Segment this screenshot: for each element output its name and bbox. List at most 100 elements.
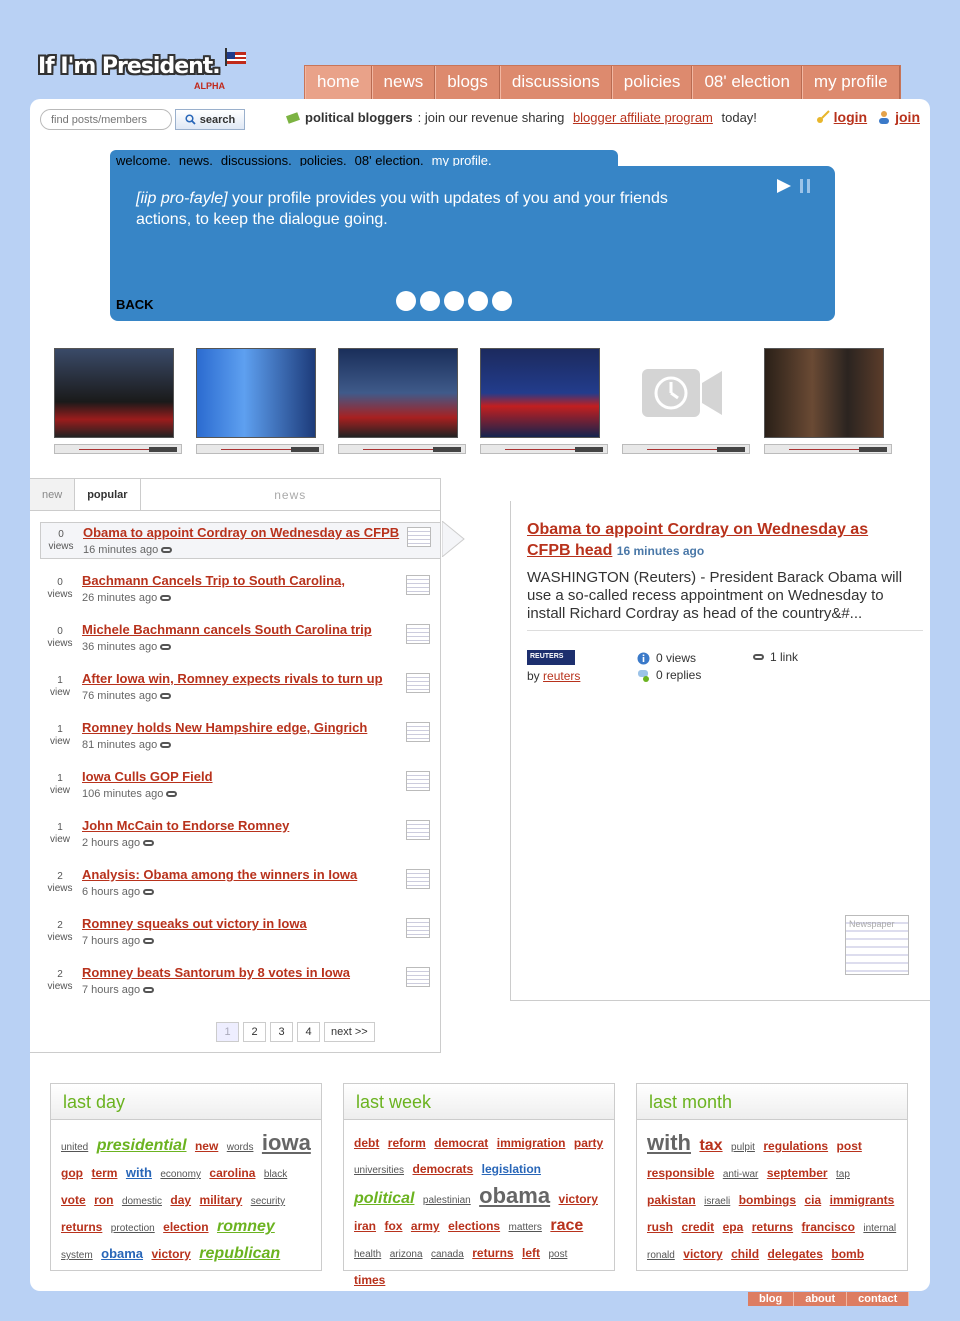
tag-link[interactable]: romney: [217, 1218, 275, 1235]
slide-dot[interactable]: [396, 291, 416, 311]
nav-policies[interactable]: policies: [611, 66, 693, 99]
video-player[interactable]: [196, 348, 324, 458]
page-3[interactable]: 3: [270, 1022, 293, 1042]
news-row[interactable]: 0 views Obama to appoint Cordray on Wedn…: [40, 522, 440, 559]
tag-link[interactable]: health: [354, 1249, 381, 1260]
nav-news[interactable]: news: [371, 66, 436, 99]
newspaper-icon[interactable]: [406, 918, 430, 938]
tag-link[interactable]: immigrants: [830, 1193, 895, 1207]
news-headline[interactable]: Michele Bachmann cancels South Carolina …: [82, 622, 372, 637]
tag-link[interactable]: arizona: [390, 1249, 423, 1260]
reuters-logo[interactable]: REUTERS: [527, 650, 575, 665]
news-row[interactable]: 2 views Romney beats Santorum by 8 votes…: [40, 963, 440, 1000]
tag-link[interactable]: democrats: [412, 1162, 473, 1176]
tag-link[interactable]: israeli: [704, 1196, 730, 1207]
news-headline[interactable]: Romney squeaks out victory in Iowa: [82, 916, 307, 931]
tag-link[interactable]: security: [251, 1196, 285, 1207]
video-player[interactable]: [54, 348, 182, 458]
video-controls[interactable]: [54, 444, 182, 454]
tag-link[interactable]: political: [354, 1190, 414, 1207]
tag-link[interactable]: day: [170, 1193, 191, 1207]
video-player[interactable]: [338, 348, 466, 458]
newspaper-icon[interactable]: [406, 673, 430, 693]
news-headline[interactable]: Iowa Culls GOP Field: [82, 769, 213, 784]
footer-about[interactable]: about: [794, 1292, 848, 1306]
page-4[interactable]: 4: [297, 1022, 320, 1042]
page-2[interactable]: 2: [243, 1022, 266, 1042]
tab-popular[interactable]: popular: [75, 479, 141, 510]
tag-link[interactable]: term: [91, 1166, 117, 1180]
newspaper-icon[interactable]: [406, 869, 430, 889]
video-controls[interactable]: [196, 444, 324, 454]
nav-blogs[interactable]: blogs: [435, 66, 500, 99]
tag-link[interactable]: party: [574, 1136, 603, 1150]
tag-link[interactable]: republican: [199, 1245, 280, 1262]
tag-link[interactable]: democrat: [434, 1136, 488, 1150]
tag-link[interactable]: obama: [479, 1183, 550, 1208]
tag-link[interactable]: post: [548, 1249, 567, 1260]
tag-link[interactable]: fox: [384, 1219, 402, 1233]
news-row[interactable]: 1 view Iowa Culls GOP Field 106 minutes …: [40, 767, 440, 804]
tag-link[interactable]: reform: [388, 1136, 426, 1150]
video-player[interactable]: [622, 348, 750, 458]
tag-link[interactable]: black: [264, 1169, 287, 1180]
join-link[interactable]: join: [895, 109, 920, 125]
tag-link[interactable]: times: [354, 1273, 385, 1287]
news-headline[interactable]: After Iowa win, Romney expects rivals to…: [82, 671, 383, 686]
tag-link[interactable]: obama: [101, 1246, 143, 1261]
tag-link[interactable]: with: [126, 1165, 152, 1180]
newspaper-icon[interactable]: [406, 624, 430, 644]
tag-link[interactable]: left: [522, 1246, 540, 1260]
news-row[interactable]: 0 views Bachmann Cancels Trip to South C…: [40, 571, 440, 608]
back-button[interactable]: BACK: [116, 297, 154, 312]
tag-link[interactable]: immigration: [497, 1136, 566, 1150]
tag-link[interactable]: rush: [647, 1220, 673, 1234]
site-logo[interactable]: If I'm President. ALPHA: [38, 48, 248, 94]
video-player[interactable]: [480, 348, 608, 458]
tag-link[interactable]: returns: [472, 1246, 513, 1260]
news-row[interactable]: 1 view John McCain to Endorse Romney 2 h…: [40, 816, 440, 853]
tag-link[interactable]: pulpit: [731, 1142, 755, 1153]
video-thumbnail[interactable]: [338, 348, 458, 438]
video-controls[interactable]: [622, 444, 750, 454]
tag-link[interactable]: pakistan: [647, 1193, 696, 1207]
tag-link[interactable]: credit: [681, 1220, 714, 1234]
tag-link[interactable]: anti-war: [723, 1169, 759, 1180]
newspaper-icon[interactable]: [406, 771, 430, 791]
tag-link[interactable]: military: [200, 1193, 243, 1207]
tag-link[interactable]: words: [227, 1142, 254, 1153]
tag-link[interactable]: matters: [509, 1222, 542, 1233]
nav-election[interactable]: 08' election: [692, 66, 802, 99]
tag-link[interactable]: legislation: [482, 1162, 541, 1176]
video-thumbnail[interactable]: [622, 348, 742, 438]
tag-link[interactable]: with: [647, 1130, 691, 1155]
tag-link[interactable]: iran: [354, 1219, 376, 1233]
news-row[interactable]: 1 view Romney holds New Hampshire edge, …: [40, 718, 440, 755]
video-thumbnail[interactable]: [196, 348, 316, 438]
search-input[interactable]: [40, 109, 172, 130]
tag-link[interactable]: canada: [431, 1249, 464, 1260]
video-controls[interactable]: [764, 444, 892, 454]
tag-link[interactable]: returns: [752, 1220, 793, 1234]
tag-link[interactable]: united: [61, 1142, 88, 1153]
tag-link[interactable]: epa: [723, 1220, 744, 1234]
source-link[interactable]: reuters: [543, 669, 580, 683]
tag-link[interactable]: delegates: [768, 1247, 823, 1261]
newspaper-icon[interactable]: [406, 967, 430, 987]
slide-dot[interactable]: [444, 291, 464, 311]
news-row[interactable]: 1 view After Iowa win, Romney expects ri…: [40, 669, 440, 706]
tag-link[interactable]: ron: [94, 1193, 113, 1207]
newspaper-icon[interactable]: [406, 820, 430, 840]
tag-link[interactable]: race: [550, 1217, 583, 1234]
tag-link[interactable]: internal: [863, 1223, 896, 1234]
footer-blog[interactable]: blog: [748, 1292, 795, 1306]
tag-link[interactable]: protection: [111, 1223, 155, 1234]
tag-link[interactable]: post: [837, 1139, 862, 1153]
news-headline[interactable]: John McCain to Endorse Romney: [82, 818, 289, 833]
newspaper-icon[interactable]: [407, 527, 431, 547]
tag-link[interactable]: vote: [61, 1193, 86, 1207]
pause-icon[interactable]: [798, 178, 812, 194]
video-thumbnail[interactable]: [764, 348, 884, 438]
tag-link[interactable]: victory: [151, 1247, 190, 1261]
news-headline[interactable]: Romney holds New Hampshire edge, Gingric…: [82, 720, 367, 735]
